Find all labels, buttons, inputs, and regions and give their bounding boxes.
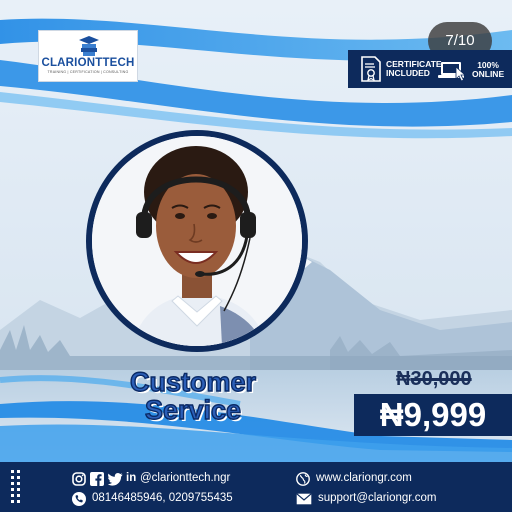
portrait-photo	[92, 136, 302, 346]
course-title-line1: Customer	[129, 367, 257, 397]
logo-tagline: TRAINING | CERTIFICATION | CONSULTING	[47, 70, 129, 74]
decorative-dots-icon	[11, 470, 20, 503]
envelope-icon	[296, 493, 312, 505]
facebook-icon[interactable]	[90, 472, 104, 486]
logo-brand-text: CLARIONTTECH	[41, 57, 135, 69]
twitter-icon[interactable]	[108, 472, 123, 486]
contact-footer: in @clarionttech.ngr 08146485946, 020975…	[0, 462, 512, 512]
phone-icon	[72, 492, 86, 506]
old-price: ₦30,000	[396, 368, 506, 391]
certificate-icon	[361, 56, 381, 82]
laptop-cursor-icon	[438, 62, 467, 82]
course-title-line2: Service	[144, 395, 242, 425]
certificate-badge-text: CERTIFICATE INCLUDED	[386, 60, 442, 78]
phone-numbers: 08146485946, 0209755435	[92, 492, 233, 504]
course-promo-slide: CLARIONTTECH TRAINING | CERTIFICATION | …	[0, 0, 512, 512]
linkedin-icon[interactable]: in	[126, 472, 136, 484]
globe-icon	[296, 472, 310, 486]
old-price-currency: ₦	[396, 368, 411, 390]
website-link[interactable]: www.clariongr.com	[316, 472, 412, 484]
clarionttech-logo: CLARIONTTECH TRAINING | CERTIFICATION | …	[38, 30, 138, 82]
customer-service-agent-illustration	[92, 136, 302, 346]
online-badge-text: 100% ONLINE	[472, 61, 504, 79]
old-price-amount: 30,000	[410, 368, 472, 390]
books-cap-icon	[79, 36, 99, 56]
certificate-line2: INCLUDED	[386, 68, 430, 78]
instagram-icon[interactable]	[72, 472, 86, 486]
support-email[interactable]: support@clariongr.com	[318, 492, 436, 504]
feature-badges: CERTIFICATE INCLUDED 100% ONLINE	[348, 50, 512, 88]
new-price: ₦9,999	[354, 394, 512, 436]
online-line2: ONLINE	[472, 69, 505, 79]
social-handle: @clarionttech.ngr	[140, 472, 231, 484]
agent-portrait	[86, 130, 308, 352]
